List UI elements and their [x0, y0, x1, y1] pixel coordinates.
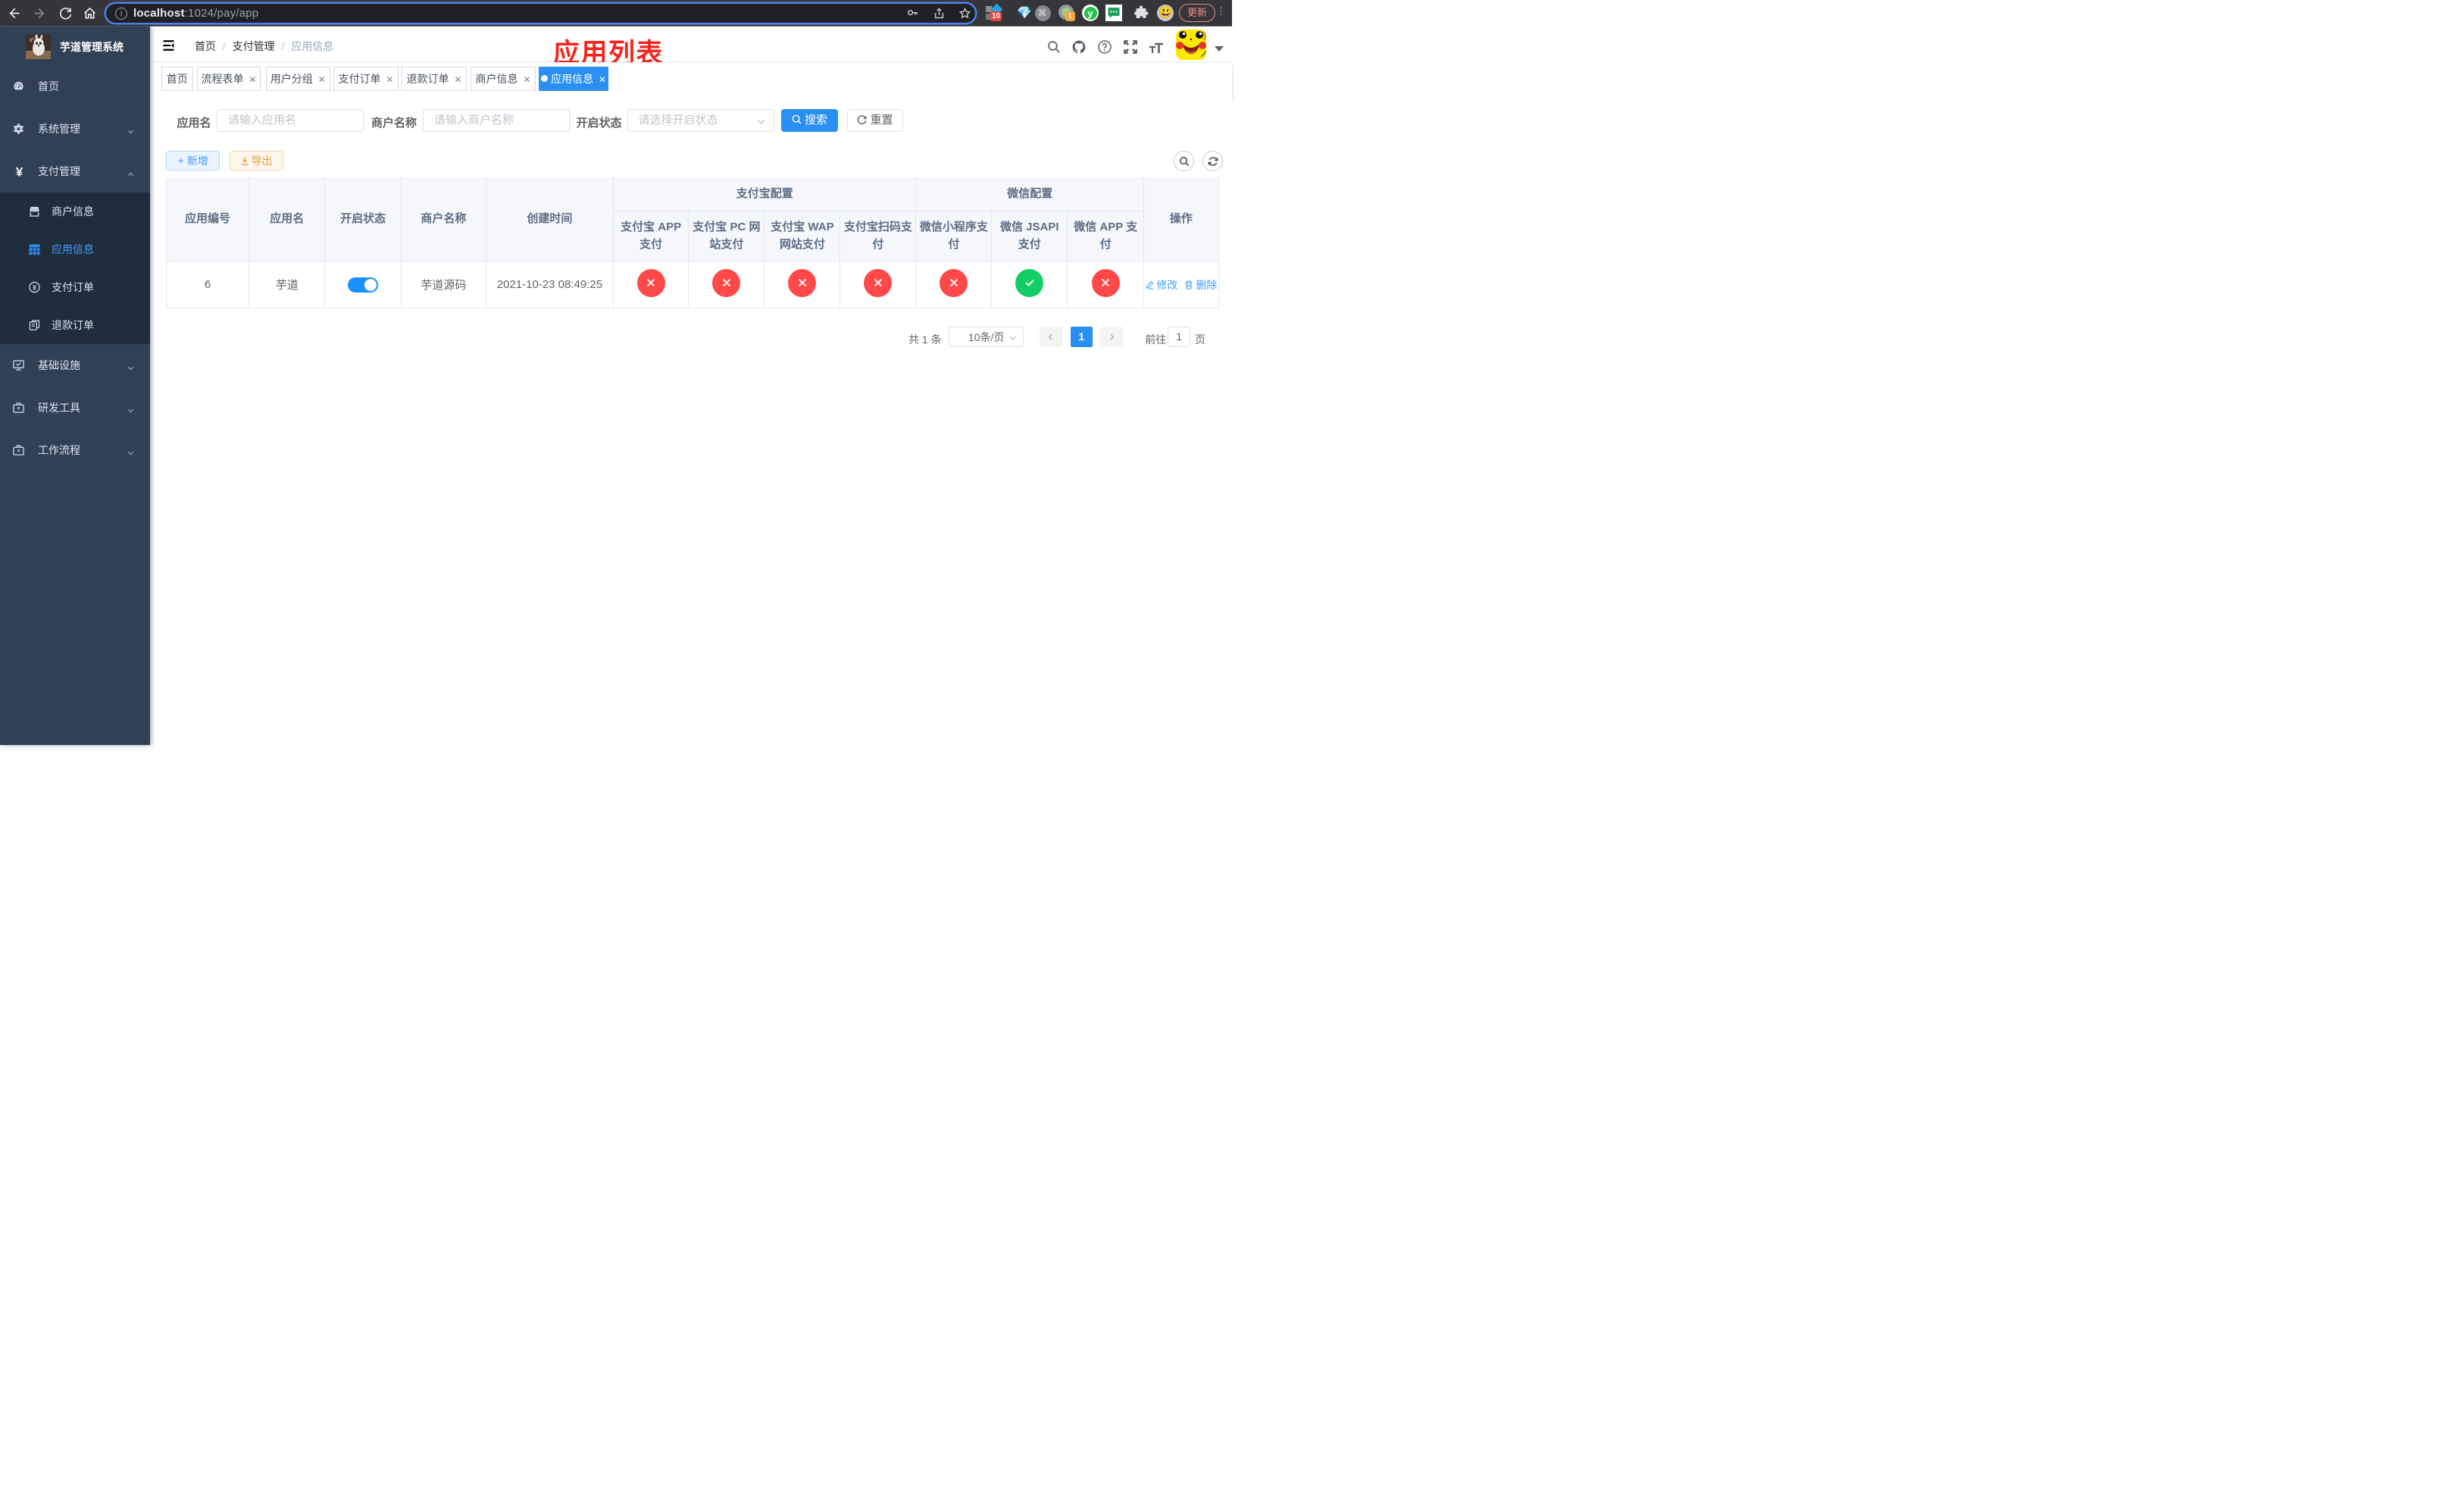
svg-text:¥: ¥	[33, 283, 36, 291]
svg-text:¥: ¥	[16, 165, 23, 178]
